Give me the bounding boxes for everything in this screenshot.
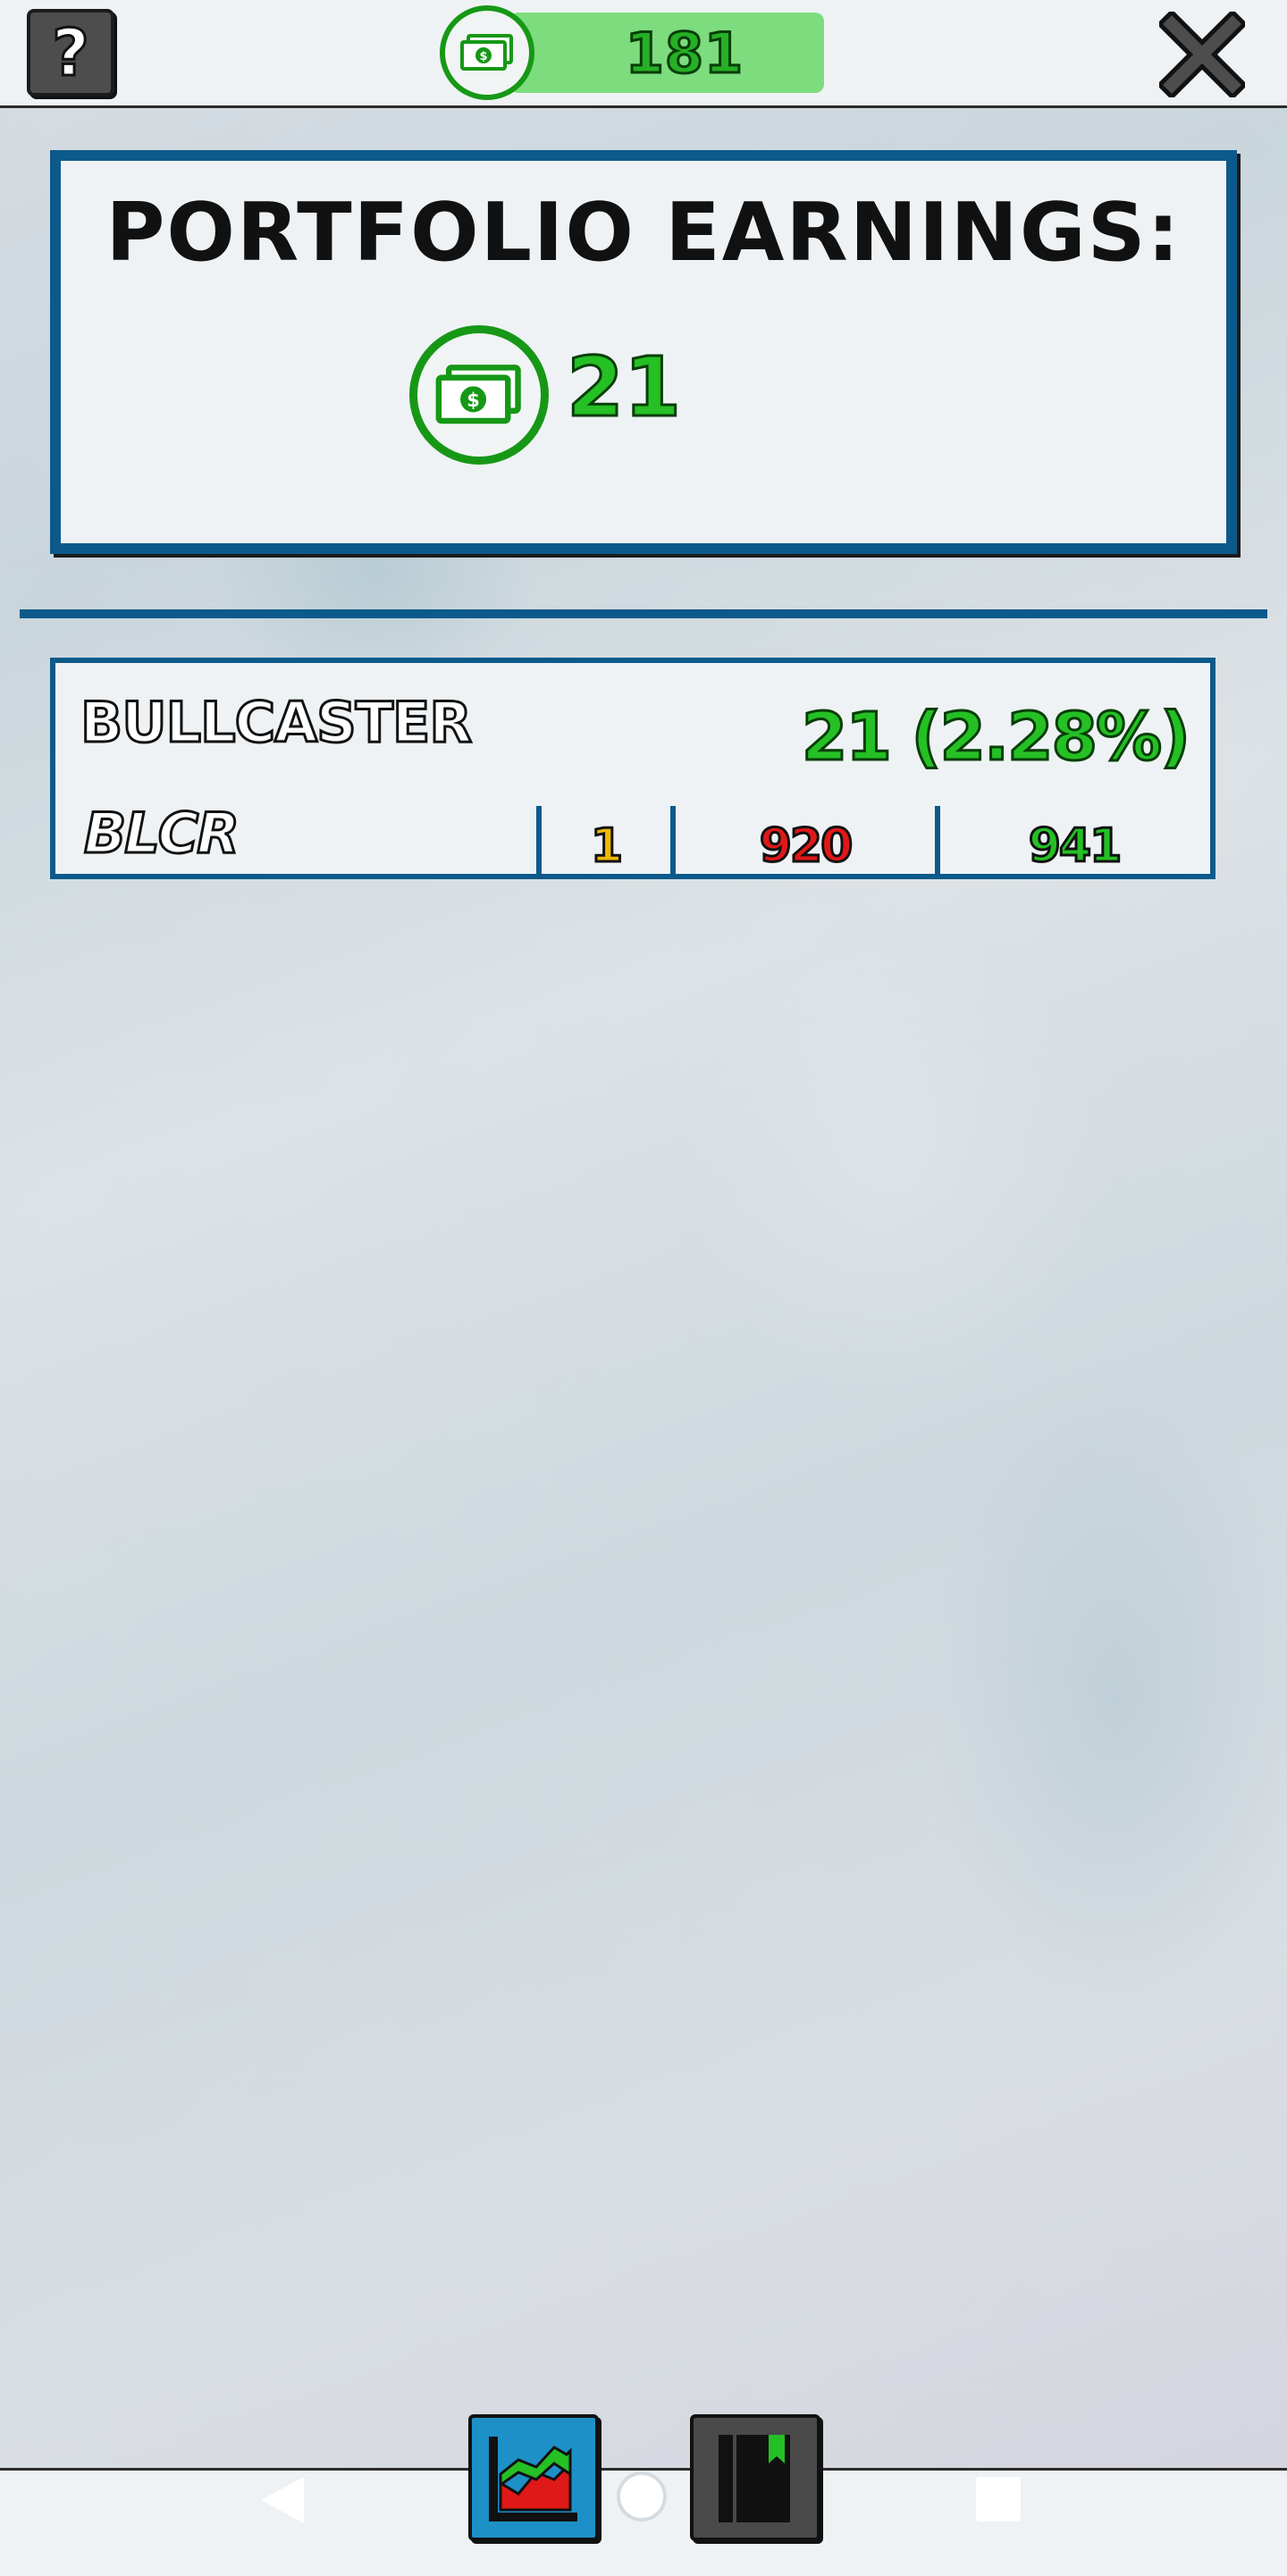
earnings-title: PORTFOLIO EARNINGS: — [105, 186, 1182, 280]
home-icon[interactable] — [617, 2471, 667, 2521]
top-bar: ? 181 $ — [0, 0, 1287, 108]
cash-icon: $ — [440, 5, 534, 100]
book-icon — [719, 2435, 790, 2522]
stock-row[interactable]: BULLCASTER 21 (2.28%) BLCR 1 920 941 — [50, 658, 1216, 879]
tab-portfolio[interactable] — [468, 2414, 599, 2541]
chart-icon — [489, 2437, 577, 2521]
tab-journal[interactable] — [690, 2414, 820, 2541]
cash-icon: $ — [409, 325, 549, 465]
stock-bought-price: 920 — [758, 818, 854, 875]
close-icon — [1159, 12, 1245, 97]
back-icon[interactable] — [261, 2477, 304, 2523]
svg-text:$: $ — [467, 390, 480, 411]
stock-change: 21 (2.28%) — [800, 698, 1191, 777]
cash-balance-value: 181 — [624, 19, 744, 87]
close-button[interactable] — [1155, 7, 1249, 102]
stock-shares: 1 — [589, 818, 624, 875]
stock-ticker: BLCR — [82, 800, 240, 868]
stock-name: BULLCASTER — [79, 689, 473, 757]
help-button[interactable]: ? — [27, 9, 114, 96]
earnings-value: 21 — [565, 339, 682, 437]
question-icon: ? — [51, 15, 91, 90]
portfolio-earnings-panel: PORTFOLIO EARNINGS: $ 21 — [50, 150, 1237, 554]
section-divider — [20, 609, 1267, 618]
recent-apps-icon[interactable] — [976, 2477, 1021, 2521]
svg-text:$: $ — [479, 50, 487, 63]
stock-current-price: 941 — [1027, 818, 1123, 875]
